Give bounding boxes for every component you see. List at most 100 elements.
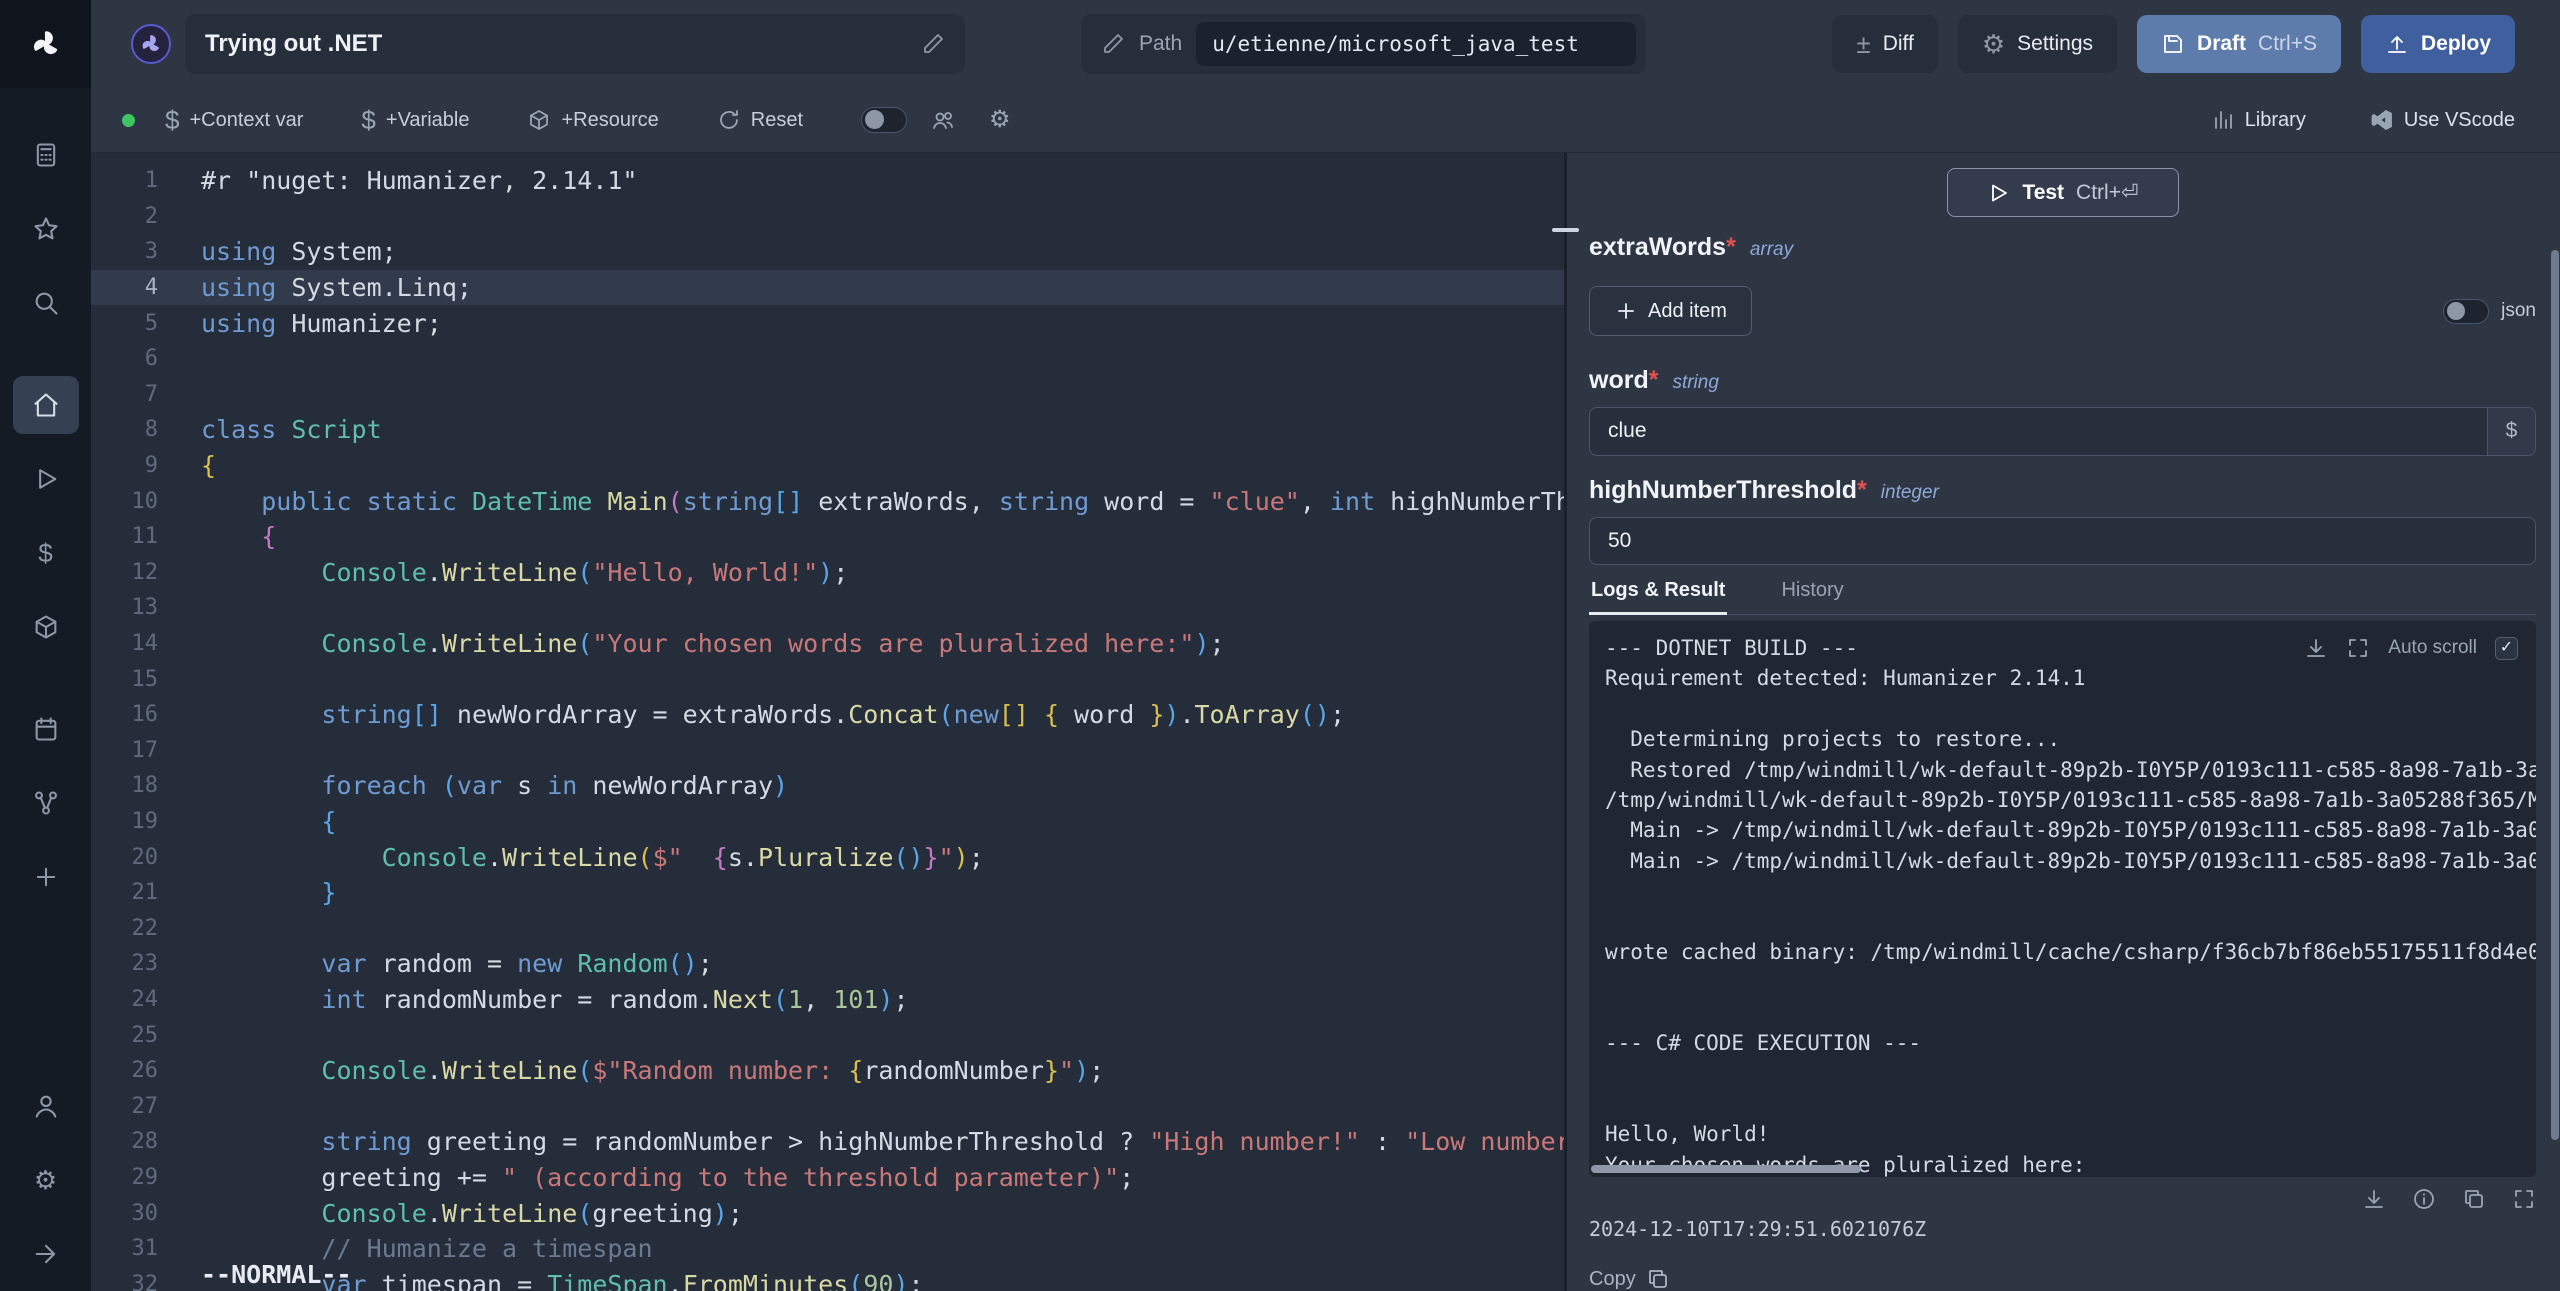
word-input[interactable] <box>1590 408 2487 455</box>
test-button[interactable]: Test Ctrl+⏎ <box>1947 168 2179 217</box>
code-line[interactable]: 27 <box>91 1088 1564 1124</box>
windmill-app: $ ⚙ <box>0 0 2560 1291</box>
account-icon[interactable] <box>13 1077 79 1135</box>
log-horizontal-scrollbar[interactable] <box>1591 1165 1861 1173</box>
code-line[interactable]: 15 <box>91 661 1564 697</box>
edit-path-pencil-icon[interactable] <box>1101 32 1125 56</box>
edit-title-pencil-icon[interactable] <box>921 32 945 56</box>
script-title-box[interactable]: Trying out .NET <box>185 14 965 74</box>
copy-row[interactable]: Copy <box>1589 1267 2536 1291</box>
path-value[interactable]: u/etienne/microsoft_java_test <box>1196 22 1636 66</box>
code-line[interactable]: 17 <box>91 733 1564 769</box>
line-number: 4 <box>91 275 158 300</box>
code-line[interactable]: 2 <box>91 199 1564 235</box>
code-text: greeting += " (according to the threshol… <box>158 1163 1134 1192</box>
code-line[interactable]: 11 { <box>91 519 1564 555</box>
deploy-button[interactable]: Deploy <box>2361 15 2515 73</box>
line-number: 26 <box>91 1058 158 1083</box>
code-line[interactable]: 9{ <box>91 448 1564 484</box>
settings-button[interactable]: ⚙ Settings <box>1958 15 2117 73</box>
draft-icon <box>2161 32 2185 56</box>
sidebar-item-runs[interactable] <box>13 450 79 508</box>
code-line[interactable]: 14 Console.WriteLine("Your chosen words … <box>91 626 1564 662</box>
sidebar-item-flows[interactable] <box>13 774 79 832</box>
code-line[interactable]: 4using System.Linq; <box>91 270 1564 306</box>
tab-history[interactable]: History <box>1779 579 1845 614</box>
test-shortcut: Ctrl+⏎ <box>2076 180 2139 205</box>
sidebar-item-resources[interactable] <box>13 598 79 656</box>
code-line[interactable]: 20 Console.WriteLine($" {s.Pluralize()}"… <box>91 839 1564 875</box>
editor-settings-gear-icon[interactable]: ⚙ <box>989 108 1011 132</box>
collaborators-icon[interactable] <box>931 108 955 132</box>
star-icon[interactable] <box>13 200 79 258</box>
sidebar-item-variables[interactable]: $ <box>13 524 79 582</box>
test-label: Test <box>2022 181 2064 205</box>
add-resource-button[interactable]: +Resource <box>527 108 658 132</box>
field-type: string <box>1672 372 1718 394</box>
code-line[interactable]: 5using Humanizer; <box>91 305 1564 341</box>
variable-picker-button[interactable]: $ <box>2487 408 2535 455</box>
tab-logs-result[interactable]: Logs & Result <box>1589 579 1727 615</box>
panel-divider[interactable] <box>1564 153 1567 1291</box>
add-icon[interactable] <box>13 848 79 906</box>
code-line[interactable]: 29 greeting += " (according to the thres… <box>91 1160 1564 1196</box>
use-vscode-button[interactable]: Use VScode <box>2370 108 2515 132</box>
auto-scroll-checkbox[interactable]: ✓ <box>2495 637 2518 660</box>
calculator-icon[interactable] <box>13 126 79 184</box>
code-line[interactable]: 18 foreach (var s in newWordArray) <box>91 768 1564 804</box>
code-line[interactable]: 7 <box>91 377 1564 413</box>
code-line[interactable]: 10 public static DateTime Main(string[] … <box>91 483 1564 519</box>
code-text: Console.WriteLine(greeting); <box>158 1199 743 1228</box>
draft-button[interactable]: Draft Ctrl+S <box>2137 15 2341 73</box>
code-line[interactable]: 21 } <box>91 875 1564 911</box>
add-item-button[interactable]: Add item <box>1589 286 1752 336</box>
code-line[interactable]: 16 string[] newWordArray = extraWords.Co… <box>91 697 1564 733</box>
status-dot <box>122 114 135 127</box>
page-scrollbar-thumb[interactable] <box>2551 250 2559 1140</box>
add-context-var-button[interactable]: $ +Context var <box>165 107 303 133</box>
expand-result-icon[interactable] <box>2512 1187 2536 1211</box>
code-line[interactable]: 24 int randomNumber = random.Next(1, 101… <box>91 982 1564 1018</box>
page-scrollbar[interactable] <box>2551 0 2559 1291</box>
expand-logs-icon[interactable] <box>2346 636 2370 660</box>
code-line[interactable]: 25 <box>91 1017 1564 1053</box>
reset-button[interactable]: Reset <box>717 108 803 132</box>
code-line[interactable]: 8class Script <box>91 412 1564 448</box>
script-title[interactable]: Trying out .NET <box>205 30 921 58</box>
line-number: 18 <box>91 773 158 798</box>
code-line[interactable]: 22 <box>91 910 1564 946</box>
code-line[interactable]: 12 Console.WriteLine("Hello, World!"); <box>91 555 1564 591</box>
library-button[interactable]: Library <box>2211 108 2306 132</box>
search-icon[interactable] <box>13 274 79 332</box>
code-line[interactable]: 30 Console.WriteLine(greeting); <box>91 1195 1564 1231</box>
windmill-logo[interactable] <box>0 0 91 88</box>
diff-button[interactable]: ± Diff <box>1832 15 1937 73</box>
threshold-input[interactable] <box>1590 518 2535 565</box>
log-line <box>1605 694 2520 724</box>
vim-status: --NORMAL-- <box>201 1260 352 1289</box>
json-toggle[interactable] <box>2443 299 2489 324</box>
code-line[interactable]: 23 var random = new Random(); <box>91 946 1564 982</box>
code-line[interactable]: 1#r "nuget: Humanizer, 2.14.1" <box>91 163 1564 199</box>
code-line[interactable]: 28 string greeting = randomNumber > high… <box>91 1124 1564 1160</box>
download-result-icon[interactable] <box>2362 1187 2386 1211</box>
download-logs-icon[interactable] <box>2304 636 2328 660</box>
add-context-var-label: +Context var <box>189 109 303 132</box>
code-editor[interactable]: 1#r "nuget: Humanizer, 2.14.1"23using Sy… <box>91 153 1564 1291</box>
code-line[interactable]: 19 { <box>91 804 1564 840</box>
editor-toggle[interactable] <box>861 107 907 133</box>
settings-gear-icon[interactable]: ⚙ <box>13 1151 79 1209</box>
panel-drag-handle-icon[interactable] <box>1552 228 1579 232</box>
code-line[interactable]: 6 <box>91 341 1564 377</box>
sidebar-item-schedules[interactable] <box>13 700 79 758</box>
code-line[interactable]: 3using System; <box>91 234 1564 270</box>
code-line[interactable]: 13 <box>91 590 1564 626</box>
collapse-arrow-icon[interactable] <box>13 1225 79 1283</box>
info-icon[interactable] <box>2412 1187 2436 1211</box>
path-box[interactable]: Path u/etienne/microsoft_java_test <box>1081 14 1646 74</box>
log-output[interactable]: --- DOTNET BUILD ---Requirement detected… <box>1589 621 2536 1177</box>
sidebar-item-home[interactable] <box>13 376 79 434</box>
code-line[interactable]: 26 Console.WriteLine($"Random number: {r… <box>91 1053 1564 1089</box>
copy-result-icon[interactable] <box>2462 1187 2486 1211</box>
add-variable-button[interactable]: $ +Variable <box>361 107 469 133</box>
